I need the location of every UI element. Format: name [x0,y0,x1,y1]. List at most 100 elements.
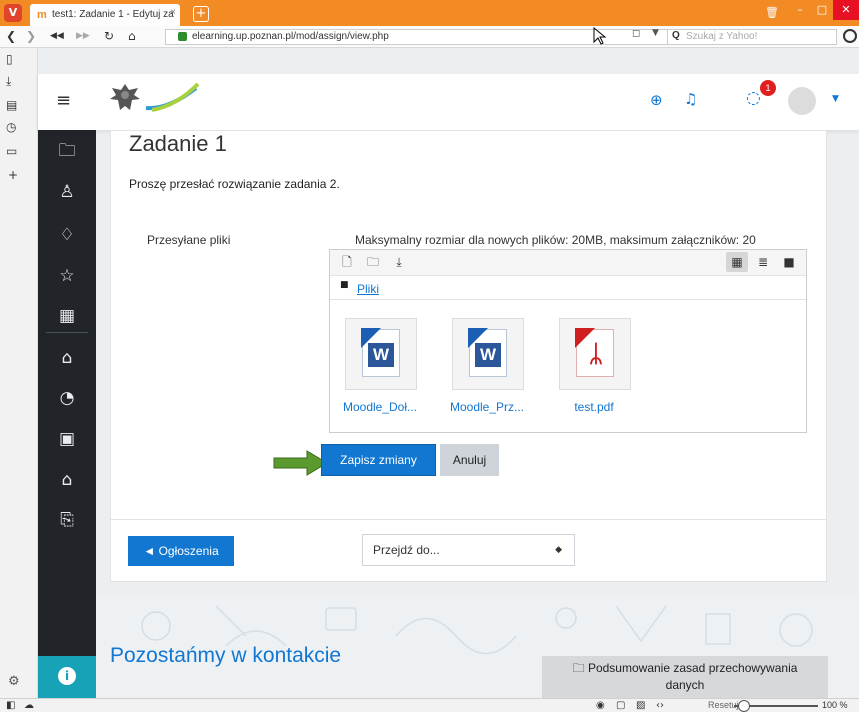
browser-side-panel: ▯ ⤓ ▤ ◷ ▭ + [0,48,38,698]
notifications-bell-icon[interactable]: ♫ [684,90,697,108]
vivaldi-menu-icon[interactable]: V [4,4,22,22]
files-icon[interactable]: ⎘ [38,506,96,534]
notes-panel-icon[interactable]: ▤ [6,98,17,112]
page-title: Zadanie 1 [129,131,227,156]
list-view-icon[interactable]: ≣ [752,252,774,272]
browser-titlebar: V m test1: Zadanie 1 - Edytuj za × + 🗑 –… [0,0,859,26]
search-placeholder: Szukaj z Yahoo! [686,31,758,42]
file-name[interactable]: Moodle_Doł... [330,400,430,414]
tiling-icon[interactable]: ▢ [616,700,625,711]
file-manager-toolbar: 🗋 🗀 ⤓ ▦ ≣ ■ [330,250,806,276]
bookmark-icon[interactable]: ◻ [632,28,640,39]
window-maximize-button[interactable]: □ [811,0,833,20]
save-changes-button[interactable]: Zapisz zmiany [321,444,436,476]
window-minimize-button[interactable]: – [789,0,811,20]
hamburger-menu-icon[interactable]: ≡ [56,90,71,111]
tree-view-icon[interactable]: ■ [778,252,800,272]
file-item[interactable]: W Moodle_Doł... [330,318,420,418]
message-count-badge: 1 [760,80,776,96]
tab-title: test1: Zadanie 1 - Edytuj za [52,9,174,20]
add-panel-icon[interactable]: + [8,168,18,182]
assignment-card: Zadanie 1 Proszę przesłać rozwiązanie za… [110,130,827,582]
policy-line-2: danych [665,678,705,692]
search-input[interactable]: Q Szukaj z Yahoo! [667,29,837,45]
search-icon: Q [672,30,680,41]
participants-icon[interactable]: ♙ [38,178,96,206]
chevron-updown-icon: ◆ [555,544,562,554]
folder-path-link[interactable]: Pliki [357,282,379,296]
profile-icon[interactable] [843,29,857,43]
file-item[interactable]: W Moodle_Prz... [437,318,527,418]
footer-heading: Pozostańmy w kontakcie [110,644,342,667]
file-name[interactable]: Moodle_Prz... [437,400,537,414]
word-document-icon: W [468,328,507,377]
new-tab-button[interactable]: + [193,6,209,22]
page-actions-icon[interactable]: ‹› [656,700,664,711]
bookmarks-panel-icon[interactable]: ▯ [6,52,13,66]
badges-icon[interactable]: ♢ [38,221,96,249]
cancel-button[interactable]: Anuluj [440,444,499,476]
settings-gear-icon[interactable]: ⚙ [8,674,20,689]
word-file-thumbnail: W [345,318,417,390]
history-panel-icon[interactable]: ◷ [6,120,16,134]
trash-icon[interactable]: 🗑 [765,6,779,20]
address-bar: ❮ ❯ ◀◀ ▶▶ ↻ ⌂ elearning.up.poznan.pl/mod… [0,26,859,48]
images-icon[interactable]: ▨ [636,700,645,711]
nav-drawer: 🗀 ♙ ♢ ☆ ▦ ⌂ ◔ ▣ ⌂ ⎘ i [38,74,96,698]
file-item[interactable]: ᛦ test.pdf [544,318,634,418]
zoom-slider-handle[interactable] [738,700,750,712]
grades-icon[interactable]: ▦ [38,302,96,330]
browser-tab-active[interactable]: m test1: Zadanie 1 - Edytuj za × [30,4,180,26]
file-name[interactable]: test.pdf [544,400,644,414]
page-footer: Pozostańmy w kontakcie 🗀 Podsumowanie za… [96,596,859,698]
url-text: elearning.up.poznan.pl/mod/assign/view.p… [192,31,389,42]
user-avatar[interactable] [788,87,816,115]
document-icon: 🗀 [572,661,585,675]
file-manager: 🗋 🗀 ⤓ ▦ ≣ ■ ■ Pliki W Moodle_Doł... W Mo… [329,249,807,433]
data-retention-summary-button[interactable]: 🗀 Podsumowanie zasad przechowywania dany… [542,656,828,698]
jump-to-value: Przejdź do... [373,543,440,557]
zoom-level: 100 % [822,700,848,710]
home-icon[interactable]: ⌂ [128,29,136,43]
moodle-navbar: ≡ ⊕ ♫ ◌ 1 ▼ [38,74,859,130]
fast-forward-icon[interactable]: ▶▶ [76,31,90,41]
accessibility-icon: i [58,667,76,685]
elearning-swoosh-logo [145,82,200,112]
university-eagle-logo[interactable] [108,82,142,114]
window-panel-icon[interactable]: ▭ [6,144,17,158]
back-icon[interactable]: ❮ [6,29,16,43]
window-close-button[interactable]: ✕ [833,0,859,20]
calendar-icon[interactable]: ▣ [38,425,96,453]
panel-toggle-icon[interactable]: ◧ [6,700,15,711]
download-icon[interactable]: ⤓ [388,252,410,272]
star-icon[interactable]: ☆ [38,262,96,290]
home-icon[interactable]: ⌂ [38,344,96,372]
icon-view-icon[interactable]: ▦ [726,252,748,272]
lock-icon [178,32,187,41]
language-globe-icon[interactable]: ⊕ [650,91,663,109]
url-input[interactable]: elearning.up.poznan.pl/mod/assign/view.p… [165,29,687,45]
cloud-sync-icon[interactable]: ☁ [24,700,34,711]
chevron-down-icon[interactable]: ▼ [832,94,839,104]
tab-close-icon[interactable]: × [170,7,176,18]
messages-icon[interactable]: ◌ [746,88,761,108]
drawer-divider [46,332,88,333]
courses-icon[interactable]: ⌂ [38,466,96,494]
chevron-down-icon[interactable]: ▼ [652,28,659,38]
forward-icon[interactable]: ❯ [26,29,36,43]
reload-icon[interactable]: ↻ [104,29,114,43]
policy-line-1: Podsumowanie zasad przechowywania [587,661,798,675]
jump-to-select[interactable]: Przejdź do... ◆ [362,534,575,566]
folder-icon: ■ [340,280,349,290]
rewind-icon[interactable]: ◀◀ [50,31,64,41]
downloads-panel-icon[interactable]: ⤓ [6,74,11,89]
pdf-document-icon: ᛦ [575,328,614,377]
create-folder-icon[interactable]: 🗀 [362,252,384,272]
dashboard-icon[interactable]: ◔ [38,384,96,412]
previous-activity-button[interactable]: ◄ Ogłoszenia [128,536,234,566]
folder-icon[interactable]: 🗀 [38,137,96,165]
word-file-thumbnail: W [452,318,524,390]
accessibility-button[interactable]: i [38,656,96,698]
add-file-icon[interactable]: 🗋 [336,252,358,272]
capture-icon[interactable]: ◉ [596,700,605,711]
